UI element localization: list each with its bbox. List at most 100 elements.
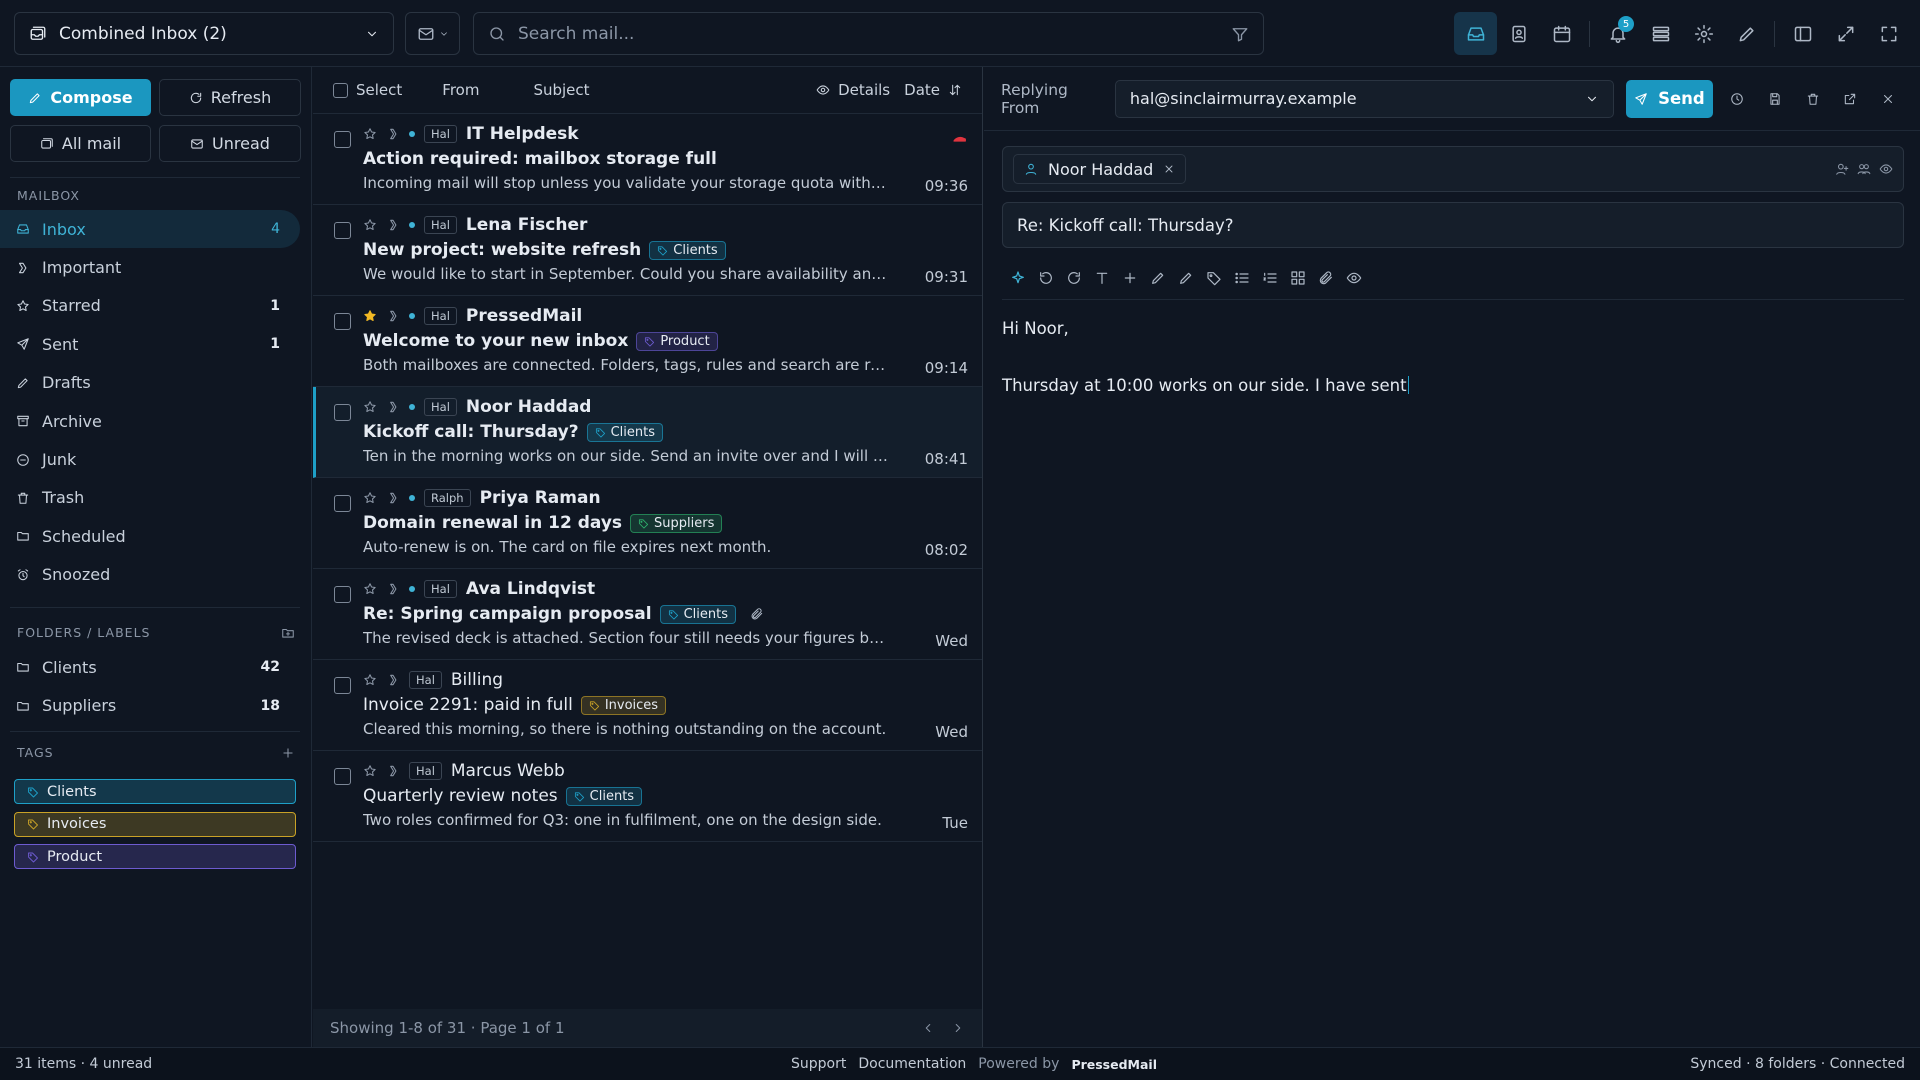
redo-icon[interactable]	[1066, 270, 1082, 286]
select-label[interactable]: Select	[356, 81, 402, 99]
fullscreen-button[interactable]	[1867, 12, 1910, 55]
row-checkbox[interactable]	[334, 677, 351, 694]
compose-button[interactable]: Compose	[10, 79, 151, 116]
settings-button[interactable]	[1682, 12, 1725, 55]
details-toggle[interactable]: Details	[838, 81, 890, 99]
message-row[interactable]: Hal IT Helpdesk Action required: mailbox s…	[313, 114, 982, 205]
expand-button[interactable]	[1824, 12, 1867, 55]
attachment-icon[interactable]	[1318, 270, 1334, 286]
subject-field[interactable]: Re: Kickoff call: Thursday?	[1002, 202, 1904, 248]
row-checkbox[interactable]	[334, 404, 351, 421]
star-icon[interactable]	[363, 582, 377, 596]
from-address-select[interactable]: hal@sinclairmurray.example	[1114, 79, 1614, 118]
pen-icon[interactable]	[1150, 270, 1166, 286]
account-selector[interactable]: Combined Inbox (2)	[14, 12, 394, 55]
send-button[interactable]: Send	[1625, 79, 1714, 118]
star-icon[interactable]	[363, 491, 377, 505]
tag-product[interactable]: Product	[14, 844, 296, 869]
close-icon[interactable]	[1163, 163, 1175, 175]
highlight-icon[interactable]	[1178, 270, 1194, 286]
sidebar-item-snoozed[interactable]: Snoozed	[0, 556, 300, 594]
message-body-editor[interactable]: Hi Noor, Thursday at 10:00 works on our …	[1002, 317, 1410, 431]
subject-column[interactable]: Subject	[533, 81, 589, 99]
folder-plus-icon[interactable]	[281, 626, 295, 640]
table-icon[interactable]	[1290, 270, 1306, 286]
refresh-button[interactable]: Refresh	[159, 79, 301, 116]
inbox-view-button[interactable]	[1454, 12, 1497, 55]
star-icon[interactable]	[363, 400, 377, 414]
discard-button[interactable]	[1799, 92, 1827, 106]
add-cc-icon[interactable]	[1835, 162, 1849, 176]
chevron-left-icon[interactable]	[921, 1021, 935, 1035]
schedule-button[interactable]	[1723, 92, 1751, 106]
eye-icon[interactable]	[1879, 162, 1893, 176]
important-icon[interactable]	[386, 673, 400, 687]
message-row[interactable]: Hal Ava Lindqvist Re: Spring campaign prop…	[313, 569, 982, 660]
sidebar-item-trash[interactable]: Trash	[0, 479, 300, 517]
important-icon[interactable]	[386, 309, 400, 323]
close-compose-button[interactable]	[1874, 92, 1902, 106]
edit-button[interactable]	[1725, 12, 1768, 55]
star-icon[interactable]	[363, 127, 377, 141]
star-icon[interactable]	[363, 309, 377, 323]
documentation-link[interactable]: Documentation	[858, 1056, 966, 1072]
unread-button[interactable]: Unread	[159, 125, 301, 162]
select-all-checkbox[interactable]	[333, 82, 348, 98]
row-checkbox[interactable]	[334, 222, 351, 239]
message-row[interactable]: Hal Lena Fischer New project: website refr…	[313, 205, 982, 296]
preview-icon[interactable]	[1346, 270, 1362, 286]
chevron-right-icon[interactable]	[951, 1021, 965, 1035]
save-draft-button[interactable]	[1761, 92, 1789, 106]
add-bcc-icon[interactable]	[1857, 162, 1871, 176]
star-icon[interactable]	[363, 673, 377, 687]
sidebar-item-important[interactable]: Important	[0, 248, 300, 286]
filter-icon[interactable]	[1231, 25, 1249, 43]
tag-clients[interactable]: Clients	[14, 779, 296, 804]
plus-icon[interactable]	[281, 746, 295, 760]
sidebar-item-sent[interactable]: Sent 1	[0, 325, 300, 363]
row-checkbox[interactable]	[334, 131, 351, 148]
sidebar-item-starred[interactable]: Starred 1	[0, 287, 300, 325]
important-icon[interactable]	[386, 127, 400, 141]
tag-invoices[interactable]: Invoices	[14, 811, 296, 837]
undo-icon[interactable]	[1038, 270, 1054, 286]
folder-item-clients[interactable]: Clients 42	[0, 648, 300, 686]
calendar-button[interactable]	[1540, 12, 1583, 55]
row-checkbox[interactable]	[334, 586, 351, 603]
important-icon[interactable]	[386, 491, 400, 505]
brand-name[interactable]: PressedMail	[1071, 1057, 1157, 1072]
row-checkbox[interactable]	[334, 313, 351, 330]
recipient-chip[interactable]: Noor Haddad	[1013, 154, 1187, 184]
row-checkbox[interactable]	[334, 495, 351, 512]
to-field[interactable]: Noor Haddad	[1002, 146, 1904, 192]
important-icon[interactable]	[386, 582, 400, 596]
important-icon[interactable]	[386, 400, 400, 414]
sidebar-item-junk[interactable]: Junk	[0, 440, 300, 478]
numbered-list-icon[interactable]	[1262, 270, 1278, 286]
message-row[interactable]: Hal Noor Haddad Kickoff call: Thursday? Cli…	[313, 387, 982, 478]
important-icon[interactable]	[386, 764, 400, 778]
important-icon[interactable]	[386, 218, 400, 232]
row-checkbox[interactable]	[334, 768, 351, 785]
folder-item-suppliers[interactable]: Suppliers 18	[0, 686, 300, 724]
sidebar-item-scheduled[interactable]: Scheduled	[0, 517, 300, 555]
plus-icon[interactable]	[1122, 270, 1138, 286]
bullet-list-icon[interactable]	[1234, 270, 1250, 286]
sidebar-item-archive[interactable]: Archive	[0, 402, 300, 440]
sidebar-item-drafts[interactable]: Drafts	[0, 364, 300, 402]
toggle-panel-button[interactable]	[1781, 12, 1824, 55]
sort-icon[interactable]	[948, 83, 962, 97]
from-column[interactable]: From	[442, 81, 479, 99]
date-sort[interactable]: Date	[904, 81, 940, 99]
search-input[interactable]	[518, 23, 1219, 44]
density-button[interactable]	[1639, 12, 1682, 55]
star-icon[interactable]	[363, 218, 377, 232]
tag-icon[interactable]	[1206, 270, 1222, 286]
support-link[interactable]: Support	[791, 1056, 846, 1072]
message-row[interactable]: Hal Billing Invoice 2291: paid in full Invo…	[313, 660, 982, 751]
contacts-button[interactable]	[1497, 12, 1540, 55]
text-format-icon[interactable]	[1094, 270, 1110, 286]
sidebar-item-inbox[interactable]: Inbox 4	[0, 210, 300, 249]
star-icon[interactable]	[363, 764, 377, 778]
mail-type-selector[interactable]	[405, 12, 460, 55]
